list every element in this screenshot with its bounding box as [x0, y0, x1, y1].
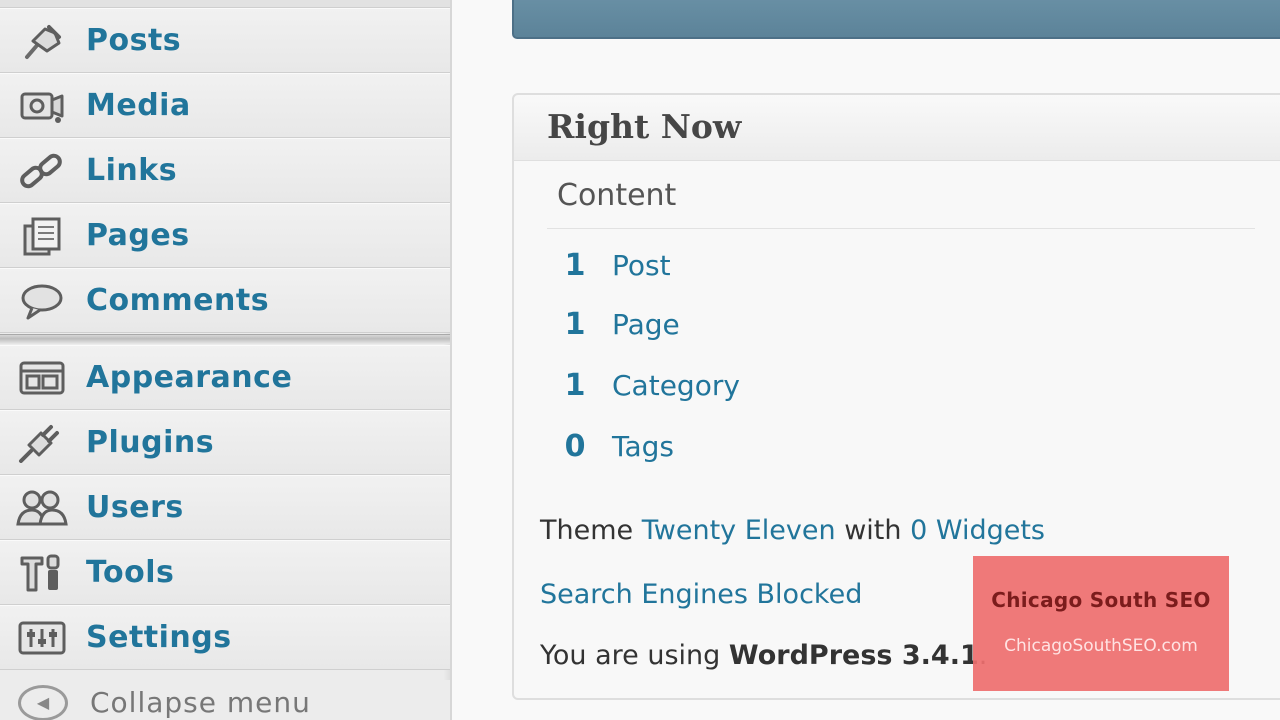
- users-icon: [16, 482, 68, 534]
- top-panel-bar: [512, 0, 1280, 39]
- menu-label-users: Users: [86, 490, 184, 525]
- watermark-name: Chicago South SEO: [991, 588, 1211, 612]
- menu-item-media[interactable]: Media: [0, 73, 450, 138]
- menu-item-tools[interactable]: Tools: [0, 540, 450, 605]
- appearance-icon: [16, 352, 68, 404]
- count-posts-number[interactable]: 1: [554, 248, 596, 283]
- collapse-arrow-icon: ◀: [18, 684, 68, 720]
- tools-icon: [16, 547, 68, 599]
- sidebar-top-edge: [0, 0, 450, 8]
- collapse-menu-button[interactable]: ◀ Collapse menu: [0, 680, 450, 720]
- menu-separator: [0, 334, 450, 344]
- theme-info: Theme Twenty Eleven with 0 Widgets: [540, 515, 1045, 546]
- theme-prefix: Theme: [540, 515, 634, 546]
- watermark-url: ChicagoSouthSEO.com: [1004, 636, 1198, 656]
- right-now-header[interactable]: Right Now: [514, 95, 1280, 161]
- pin-icon: [16, 15, 68, 67]
- menu-label-plugins: Plugins: [86, 425, 215, 460]
- content-divider: [547, 228, 1255, 229]
- widgets-link[interactable]: 0 Widgets: [910, 515, 1045, 546]
- menu-item-appearance[interactable]: Appearance: [0, 345, 450, 410]
- menu-item-links[interactable]: Links: [0, 138, 450, 203]
- count-posts-link[interactable]: Post: [612, 249, 671, 282]
- count-tags-number[interactable]: 0: [554, 429, 596, 464]
- menu-item-pages[interactable]: Pages: [0, 203, 450, 268]
- menu-label-posts: Posts: [86, 23, 182, 58]
- search-engines-blocked-link[interactable]: Search Engines Blocked: [540, 579, 862, 610]
- using-prefix: You are using: [540, 640, 721, 671]
- theme-name-link[interactable]: Twenty Eleven: [642, 515, 836, 546]
- menu-label-appearance: Appearance: [86, 360, 293, 395]
- menu-item-comments[interactable]: Comments: [0, 268, 450, 333]
- theme-with: with: [844, 515, 902, 546]
- menu-label-media: Media: [86, 88, 191, 123]
- menu-label-tools: Tools: [86, 555, 175, 590]
- menu-label-settings: Settings: [86, 620, 232, 655]
- menu-item-settings[interactable]: Settings: [0, 605, 450, 670]
- content-heading: Content: [557, 178, 677, 213]
- comment-icon: [16, 275, 68, 327]
- wordpress-version: WordPress 3.4.1: [728, 640, 979, 671]
- count-categories-link[interactable]: Category: [612, 369, 740, 402]
- pages-icon: [16, 210, 68, 262]
- menu-item-posts[interactable]: Posts: [0, 8, 450, 73]
- admin-sidebar: Posts Media Links Pages Comments Appeara…: [0, 0, 452, 720]
- menu-item-plugins[interactable]: Plugins: [0, 410, 450, 475]
- count-categories-number[interactable]: 1: [554, 368, 596, 403]
- count-pages-number[interactable]: 1: [554, 307, 596, 342]
- count-tags-link[interactable]: Tags: [612, 430, 674, 463]
- menu-item-users[interactable]: Users: [0, 475, 450, 540]
- plug-icon: [16, 417, 68, 469]
- link-icon: [16, 145, 68, 197]
- collapse-menu-label: Collapse menu: [90, 686, 311, 719]
- media-icon: [16, 80, 68, 132]
- menu-label-pages: Pages: [86, 218, 190, 253]
- menu-label-comments: Comments: [86, 283, 270, 318]
- count-pages-link[interactable]: Page: [612, 308, 680, 341]
- watermark-overlay: Chicago South SEO ChicagoSouthSEO.com: [973, 556, 1229, 691]
- wordpress-version-info: You are using WordPress 3.4.1.: [540, 640, 987, 671]
- settings-icon: [16, 612, 68, 664]
- right-now-title: Right Now: [547, 107, 742, 146]
- menu-label-links: Links: [86, 153, 178, 188]
